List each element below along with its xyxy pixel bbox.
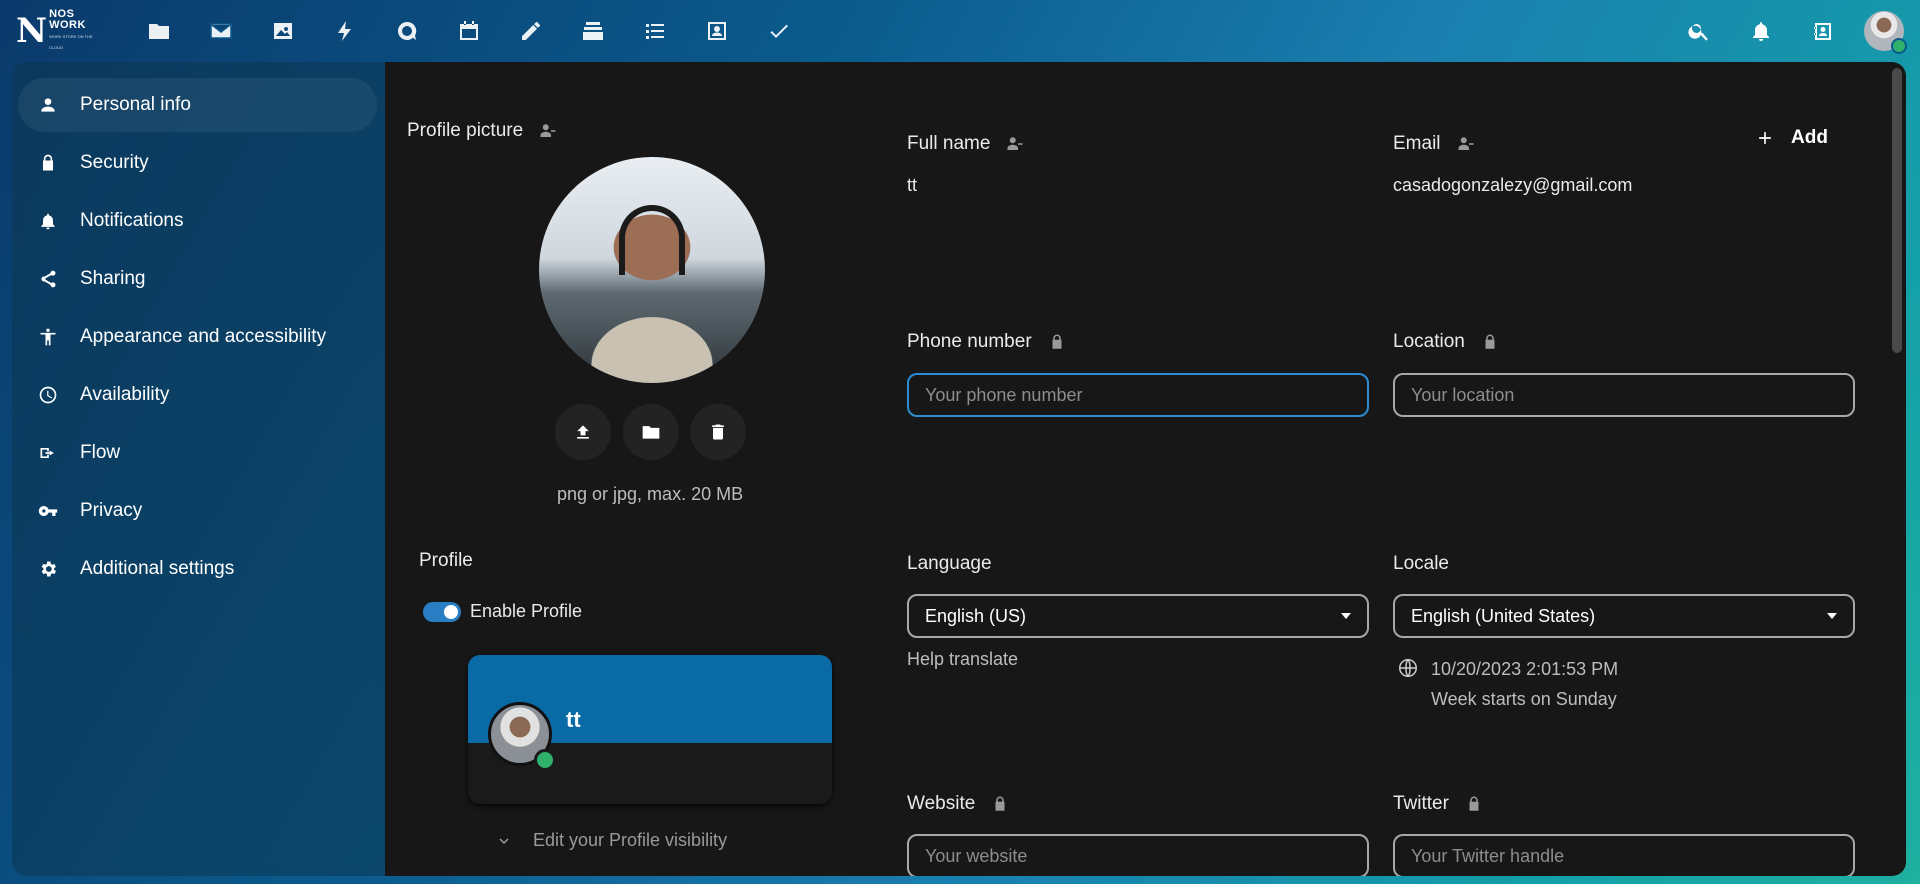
profile-section-label: Profile (419, 550, 473, 571)
logo-letter: N (16, 11, 48, 51)
phone-number-input[interactable] (907, 373, 1369, 417)
contacts-menu-icon[interactable] (1792, 0, 1854, 62)
full-name-value[interactable]: tt (907, 175, 917, 196)
lock-icon[interactable] (1481, 333, 1499, 351)
clock-icon (39, 386, 57, 404)
gear-icon (41, 561, 56, 577)
twitter-input[interactable] (1393, 834, 1855, 876)
week-start-info: Week starts on Sunday (1431, 689, 1617, 709)
files-icon[interactable] (128, 0, 190, 62)
twitter-label: Twitter (1393, 793, 1483, 815)
choose-from-files-button[interactable] (623, 404, 679, 460)
lock-icon (43, 154, 53, 171)
language-select[interactable]: English (US) (907, 594, 1369, 638)
visibility-scope-icon[interactable] (539, 122, 557, 140)
visibility-scope-icon[interactable] (1457, 135, 1475, 153)
notes-icon[interactable] (500, 0, 562, 62)
dropdown-caret-icon (1827, 613, 1837, 619)
sidebar-item-notifications[interactable]: Notifications (18, 194, 377, 248)
folder-icon (642, 426, 660, 439)
globe-icon (1397, 657, 1419, 679)
locale-label: Locale (1393, 553, 1449, 574)
location-input[interactable] (1393, 373, 1855, 417)
sidebar-item-security[interactable]: Security (18, 136, 377, 190)
person-icon (41, 98, 55, 112)
sidebar-item-sharing[interactable]: Sharing (18, 252, 377, 306)
profile-card-status-dot (534, 749, 556, 771)
activity-icon[interactable] (314, 0, 376, 62)
bell-icon (41, 213, 55, 230)
sidebar-item-label: Additional settings (80, 558, 235, 579)
talk-icon[interactable] (376, 0, 438, 62)
enable-profile-toggle[interactable] (423, 602, 461, 622)
notifications-bell-icon[interactable] (1730, 0, 1792, 62)
sidebar-item-label: Availability (80, 384, 170, 405)
tasks-icon[interactable] (624, 0, 686, 62)
sidebar-item-label: Sharing (80, 268, 146, 289)
help-translate-link[interactable]: Help translate (907, 649, 1018, 670)
sidebar-item-label: Flow (80, 442, 121, 463)
sidebar-item-additional-settings[interactable]: Additional settings (18, 542, 377, 596)
full-name-label: Full name (907, 133, 1024, 155)
website-label: Website (907, 793, 1009, 815)
sidebar-item-availability[interactable]: Availability (18, 368, 377, 422)
visibility-scope-icon[interactable] (1006, 135, 1024, 153)
sidebar-item-label: Personal info (80, 94, 191, 115)
user-avatar[interactable] (1864, 11, 1907, 54)
settings-sidebar: Personal info Security Notifications Sha… (12, 62, 385, 876)
profile-card-name: tt (566, 707, 581, 732)
mail-icon[interactable] (190, 0, 252, 62)
key-icon (38, 506, 58, 516)
sidebar-item-appearance[interactable]: Appearance and accessibility (18, 310, 377, 364)
deck-icon[interactable] (562, 0, 624, 62)
photos-icon[interactable] (252, 0, 314, 62)
profile-preview-card[interactable]: tt (468, 655, 832, 804)
enable-profile-label[interactable]: Enable Profile (470, 601, 582, 622)
app-menu (128, 0, 810, 62)
sidebar-item-label: Notifications (80, 210, 184, 231)
add-email-button[interactable]: Add (1755, 127, 1828, 149)
profile-picture-label: Profile picture (407, 120, 557, 142)
chevron-down-icon (499, 837, 509, 844)
email-value[interactable]: casadogonzalezy@gmail.com (1393, 175, 1632, 196)
sidebar-item-privacy[interactable]: Privacy (18, 484, 377, 538)
locale-select[interactable]: English (United States) (1393, 594, 1855, 638)
search-icon[interactable] (1668, 0, 1730, 62)
sidebar-item-flow[interactable]: Flow (18, 426, 377, 480)
brand-logo[interactable]: N NOS WORK WORK STORE ON THE CLOUD (16, 9, 96, 51)
dropdown-caret-icon (1341, 613, 1351, 619)
contacts-icon[interactable] (686, 0, 748, 62)
personal-info-content: Profile picture png or jpg, max. 20 MB P… (385, 62, 1906, 876)
website-input[interactable] (907, 834, 1369, 876)
plus-icon (1759, 132, 1771, 144)
upload-icon (577, 425, 589, 439)
email-label: Email (1393, 133, 1475, 155)
upload-picture-button[interactable] (555, 404, 611, 460)
lock-icon[interactable] (1465, 795, 1483, 813)
language-label: Language (907, 553, 992, 574)
remove-picture-button[interactable] (690, 404, 746, 460)
checkmark-icon[interactable] (748, 0, 810, 62)
flow-icon (40, 448, 54, 458)
lock-icon[interactable] (1048, 333, 1066, 351)
sidebar-item-label: Appearance and accessibility (80, 326, 327, 347)
picture-format-hint: png or jpg, max. 20 MB (557, 484, 744, 504)
calendar-icon[interactable] (438, 0, 500, 62)
sidebar-item-label: Security (80, 152, 149, 173)
location-label: Location (1393, 331, 1499, 353)
phone-number-label: Phone number (907, 331, 1066, 353)
edit-profile-visibility[interactable]: Edit your Profile visibility (495, 830, 727, 851)
accessibility-icon (40, 328, 56, 346)
locale-datetime: 10/20/2023 2:01:53 PM (1431, 659, 1619, 679)
profile-picture (539, 157, 765, 383)
scrollbar[interactable] (1892, 68, 1902, 353)
share-icon (41, 270, 56, 288)
trash-icon (712, 424, 724, 440)
lock-icon[interactable] (991, 795, 1009, 813)
sidebar-item-label: Privacy (80, 500, 143, 521)
settings-panel: Personal info Security Notifications Sha… (12, 62, 1906, 876)
top-bar: N NOS WORK WORK STORE ON THE CLOUD (0, 0, 1920, 62)
sidebar-item-personal-info[interactable]: Personal info (18, 78, 377, 132)
online-status-dot (1891, 38, 1907, 54)
